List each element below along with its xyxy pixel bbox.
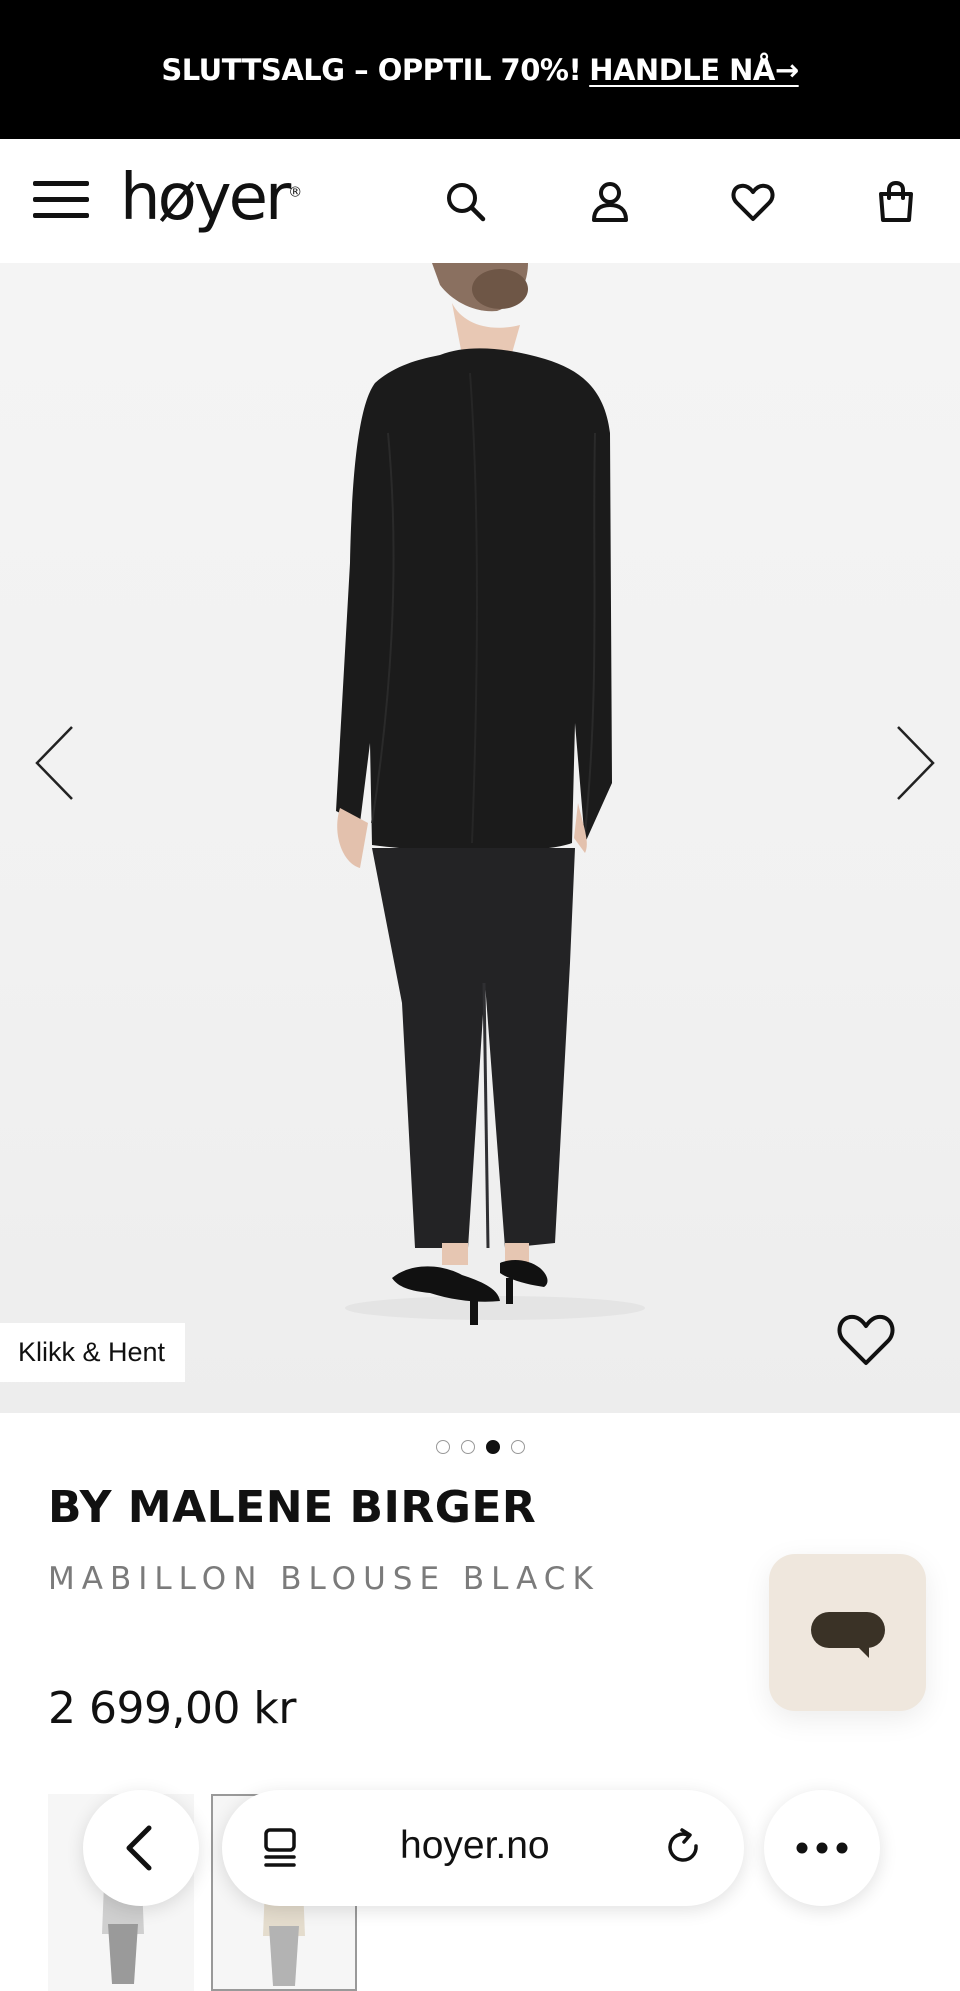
- product-price: 2 699,00 kr: [48, 1683, 297, 1734]
- browser-url[interactable]: hoyer.no: [400, 1824, 550, 1868]
- product-image-carousel[interactable]: Klikk & Hent: [0, 263, 960, 1413]
- shopping-bag-icon[interactable]: [873, 179, 919, 225]
- carousel-dot[interactable]: [510, 1440, 525, 1454]
- reload-icon[interactable]: [662, 1826, 706, 1870]
- carousel-dot[interactable]: [460, 1440, 475, 1454]
- user-icon[interactable]: [587, 179, 633, 225]
- chevron-left-icon: [126, 1825, 152, 1871]
- logo-mark: ®: [288, 184, 303, 201]
- chat-bubble-icon: [811, 1612, 885, 1658]
- heart-icon[interactable]: [730, 179, 776, 225]
- product-brand[interactable]: BY MALENE BIRGER: [48, 1482, 536, 1533]
- carousel-dot-active[interactable]: [485, 1440, 500, 1454]
- carousel-pagination: [0, 1440, 960, 1454]
- menu-icon[interactable]: [33, 177, 89, 223]
- chat-button[interactable]: [769, 1554, 926, 1711]
- chevron-right-icon[interactable]: [888, 723, 938, 803]
- promo-shop-link[interactable]: HANDLE NÅ→: [589, 53, 799, 87]
- click-and-collect-badge: Klikk & Hent: [0, 1323, 186, 1382]
- promo-text: SLUTTSALG – OPPTIL 70%!: [161, 52, 582, 87]
- promo-banner: SLUTTSALG – OPPTIL 70%! HANDLE NÅ→: [0, 0, 960, 139]
- search-icon[interactable]: [443, 179, 489, 225]
- product-photo: [336, 263, 645, 1325]
- browser-back-button[interactable]: [83, 1790, 199, 1906]
- browser-address-bar[interactable]: hoyer.no: [222, 1790, 744, 1906]
- chevron-left-icon[interactable]: [32, 723, 82, 803]
- browser-more-button[interactable]: [764, 1790, 880, 1906]
- logo[interactable]: høyer®: [120, 161, 302, 235]
- site-header: høyer®: [0, 139, 960, 264]
- heart-icon[interactable]: [835, 1308, 897, 1370]
- more-icon: [796, 1842, 848, 1854]
- logo-text: høyer: [120, 161, 291, 235]
- tabs-icon[interactable]: [256, 1824, 304, 1872]
- carousel-dot[interactable]: [435, 1440, 450, 1454]
- product-name: MABILLON BLOUSE BLACK: [48, 1561, 600, 1597]
